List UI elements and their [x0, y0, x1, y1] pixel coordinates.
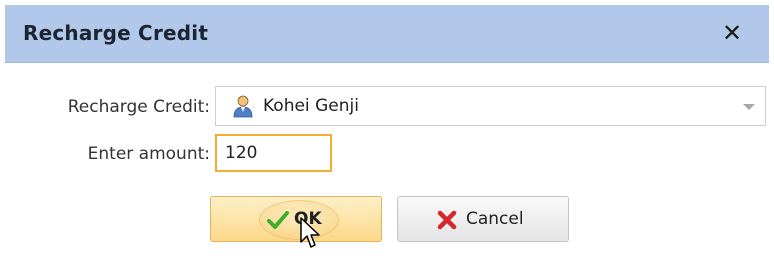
user-icon: [233, 95, 253, 118]
close-icon: ✕: [721, 19, 743, 47]
recharge-credit-dialog: Recharge Credit ✕ Recharge Credit: Kohei…: [0, 0, 774, 262]
recharge-user-value: Kohei Genji: [263, 96, 359, 116]
enter-amount-label: Enter amount:: [87, 144, 210, 164]
dialog-title: Recharge Credit: [23, 21, 209, 45]
ok-label: OK: [294, 209, 322, 229]
dialog-body: Recharge Credit: Kohei Genji Enter amoun…: [5, 64, 769, 262]
chevron-down-icon: [743, 104, 755, 110]
close-button[interactable]: ✕: [717, 18, 747, 48]
cancel-label: Cancel: [466, 209, 524, 229]
cancel-button[interactable]: Cancel: [397, 196, 569, 242]
recharge-user-select[interactable]: Kohei Genji: [215, 86, 766, 126]
x-mark-icon: [437, 210, 457, 230]
ok-button[interactable]: OK: [210, 196, 382, 242]
recharge-credit-label: Recharge Credit:: [67, 97, 210, 117]
checkmark-icon: [267, 211, 289, 229]
dialog-titlebar: Recharge Credit ✕: [5, 5, 769, 63]
amount-input[interactable]: [215, 134, 332, 172]
